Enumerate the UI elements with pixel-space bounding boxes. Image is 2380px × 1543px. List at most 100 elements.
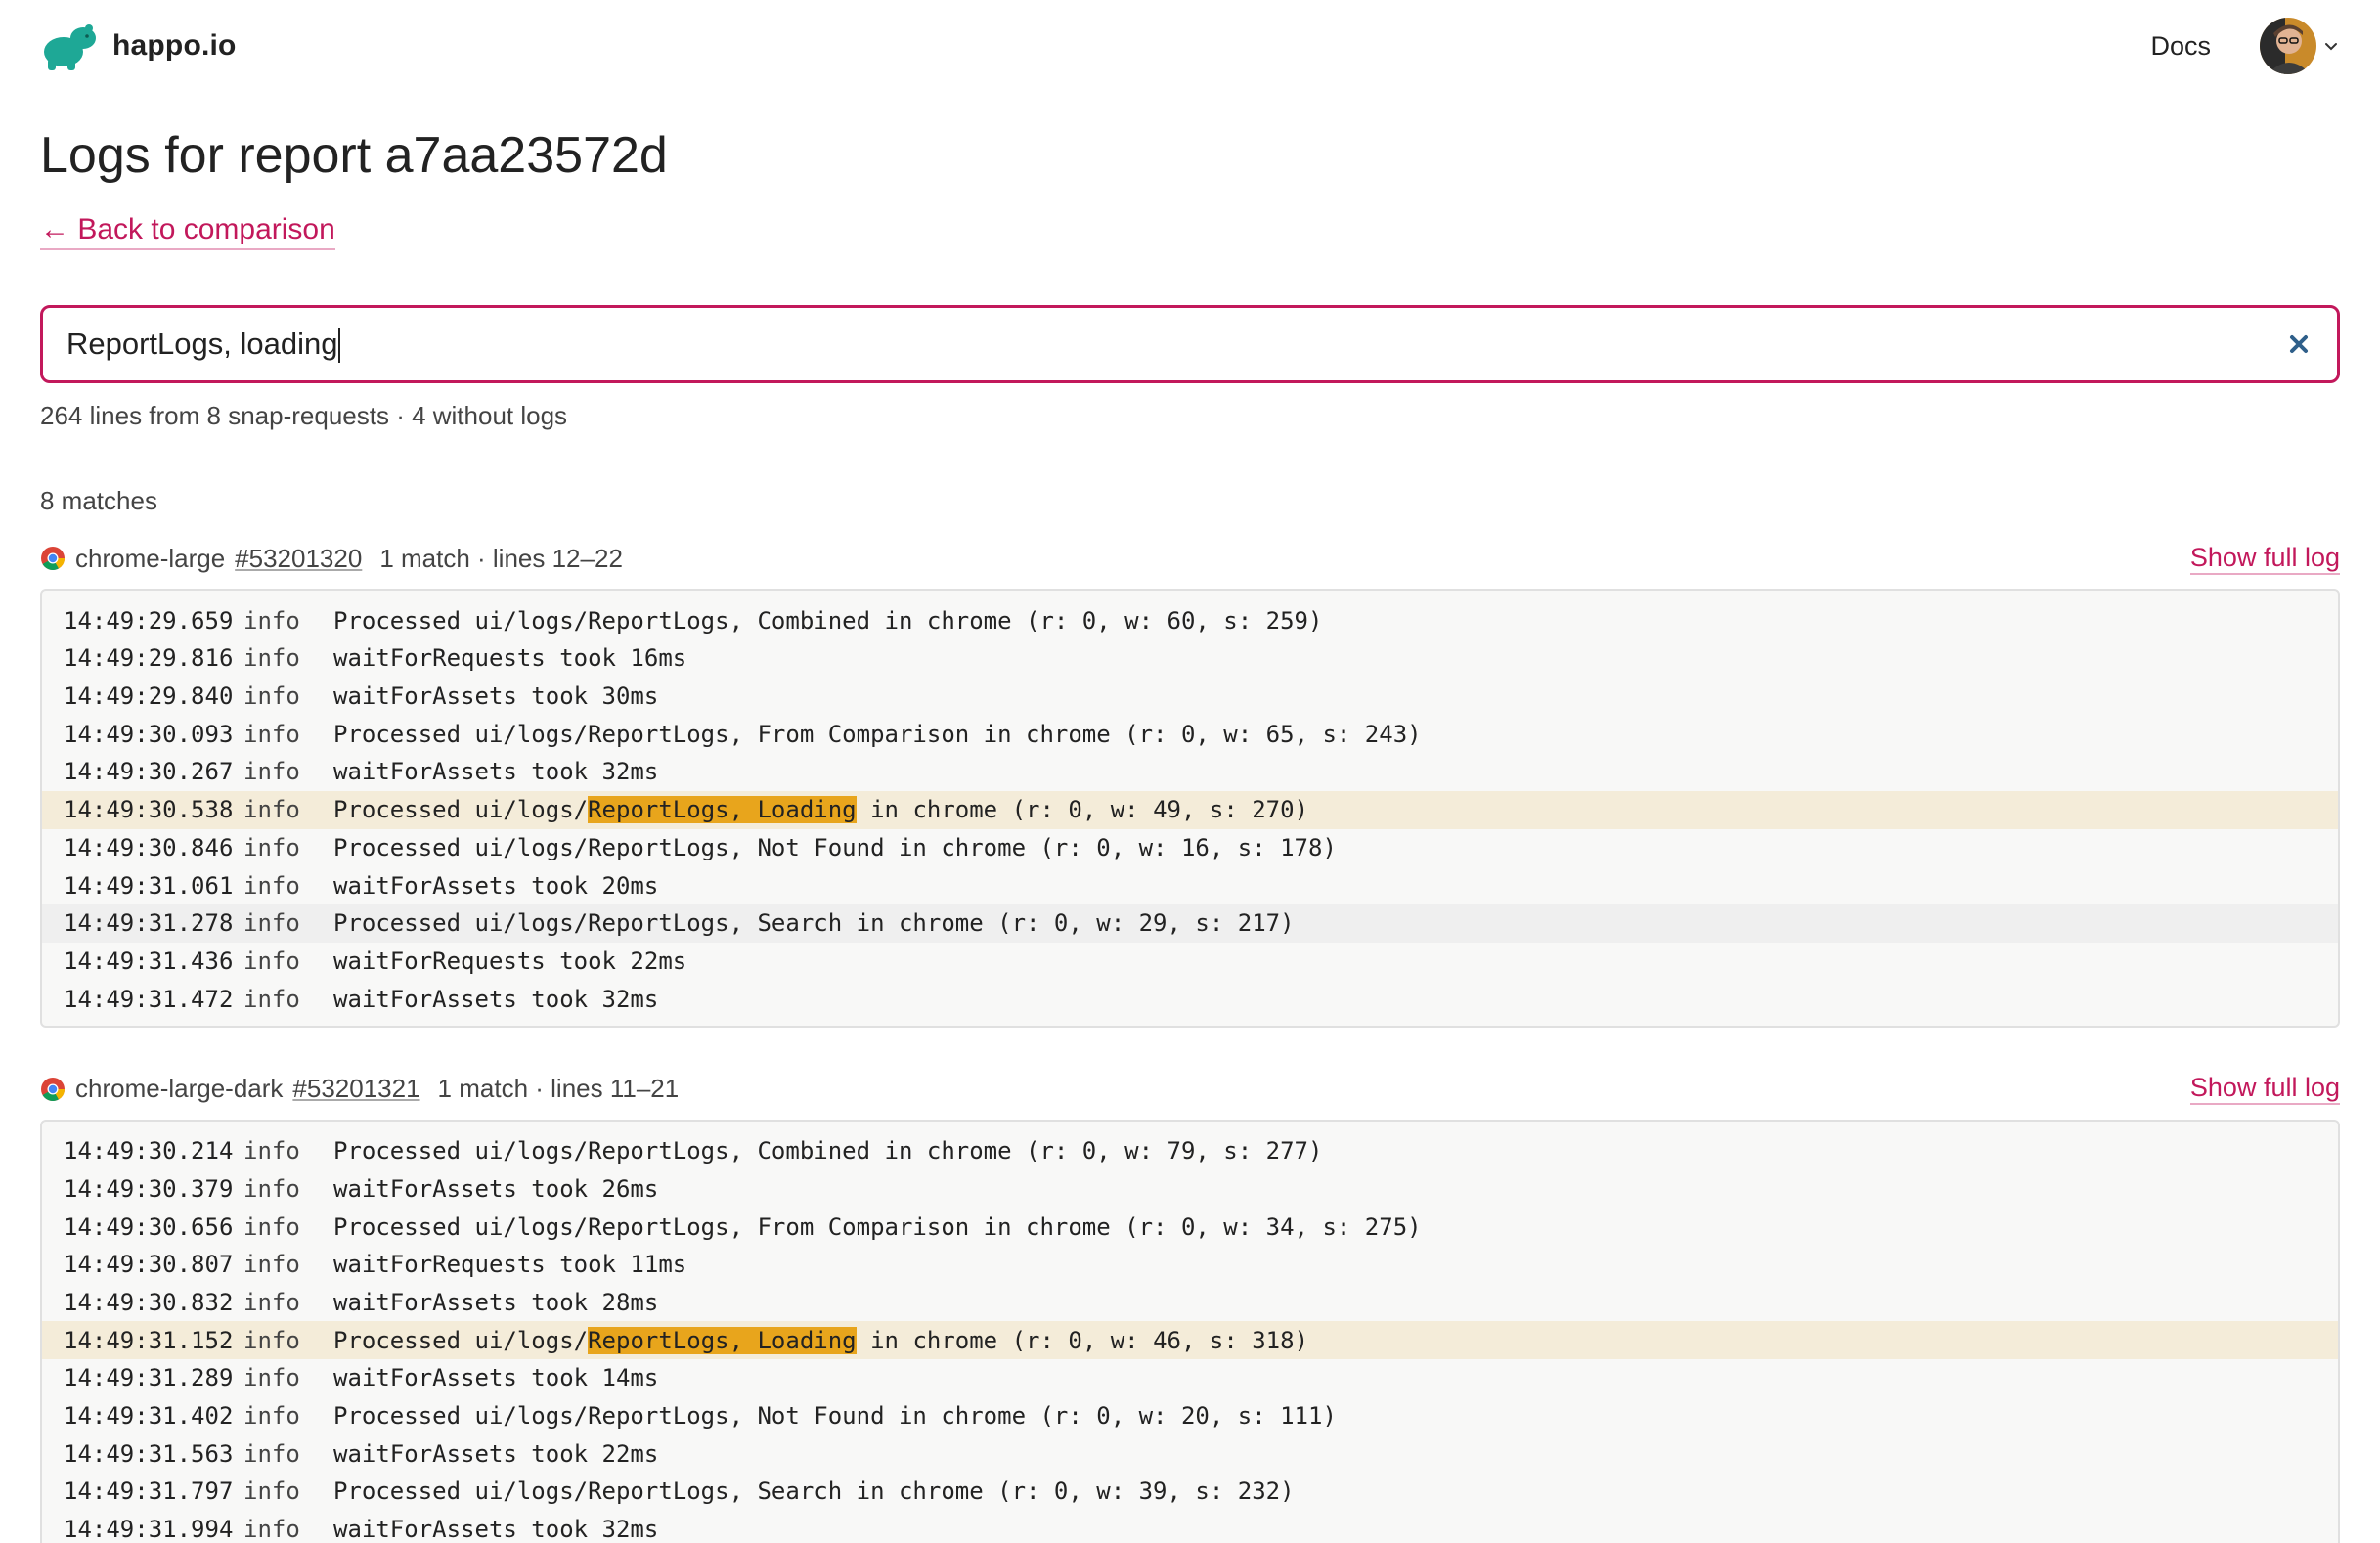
log-message: waitForAssets took 32ms bbox=[333, 758, 659, 786]
log-timestamp: 14:49:29.840 bbox=[64, 683, 234, 711]
log-message: waitForAssets took 32ms bbox=[333, 985, 659, 1013]
log-message: waitForAssets took 26ms bbox=[333, 1174, 659, 1203]
log-line: 14:49:31.472 info waitForAssets took 32ms bbox=[42, 980, 2338, 1018]
log-line: 14:49:30.832 info waitForAssets took 28ms bbox=[42, 1284, 2338, 1322]
log-group-title: chrome-large-dark #53201321 1 match · li… bbox=[40, 1074, 679, 1104]
matches-count: 8 matches bbox=[40, 486, 157, 516]
log-line: 14:49:31.436 info waitForRequests took 22m… bbox=[42, 943, 2338, 981]
log-search-input[interactable] bbox=[43, 308, 2337, 381]
log-message: Processed ui/logs/ReportLogs, Search in … bbox=[333, 1477, 1295, 1506]
log-timestamp: 14:49:30.832 bbox=[64, 1289, 234, 1317]
log-message: waitForAssets took 14ms bbox=[333, 1364, 659, 1392]
log-line: 14:49:30.807 info waitForRequests took 11m… bbox=[42, 1246, 2338, 1284]
show-full-log-link[interactable]: Show full log bbox=[2189, 1073, 2340, 1106]
log-line: 14:49:29.659 info Processed ui/logs/Report… bbox=[42, 601, 2338, 639]
log-message: waitForAssets took 28ms bbox=[333, 1289, 659, 1317]
log-level: info bbox=[243, 1137, 300, 1166]
log-message: Processed ui/logs/ReportLogs, From Compa… bbox=[333, 1212, 1422, 1241]
snap-request-link[interactable]: #53201320 bbox=[235, 544, 362, 574]
log-level: info bbox=[243, 606, 300, 635]
back-to-comparison-link[interactable]: ← Back to comparison bbox=[40, 213, 335, 251]
log-group: chrome-large #53201320 1 match · lines 1… bbox=[40, 542, 2340, 1028]
target-name: chrome-large-dark bbox=[75, 1074, 284, 1104]
log-level: info bbox=[243, 758, 300, 786]
log-timestamp: 14:49:30.656 bbox=[64, 1212, 234, 1241]
log-line: 14:49:31.289 info waitForAssets took 14ms bbox=[42, 1359, 2338, 1397]
log-level: info bbox=[243, 1364, 300, 1392]
log-group-title: chrome-large #53201320 1 match · lines 1… bbox=[40, 544, 623, 574]
log-timestamp: 14:49:31.061 bbox=[64, 871, 234, 900]
log-line: 14:49:31.278 info Processed ui/logs/Report… bbox=[42, 904, 2338, 943]
page-title: Logs for report a7aa23572d bbox=[40, 127, 668, 184]
brand-home-link[interactable]: happo.io bbox=[40, 22, 237, 70]
log-summary: 264 lines from 8 snap-requests · 4 witho… bbox=[40, 401, 568, 431]
log-search-box bbox=[40, 305, 2340, 384]
log-line: 14:49:29.816 info waitForRequests took 16m… bbox=[42, 639, 2338, 678]
log-timestamp: 14:49:30.807 bbox=[64, 1251, 234, 1279]
log-timestamp: 14:49:31.289 bbox=[64, 1364, 234, 1392]
log-level: info bbox=[243, 909, 300, 938]
log-line: 14:49:30.093 info Processed ui/logs/Report… bbox=[42, 715, 2338, 753]
log-timestamp: 14:49:30.538 bbox=[64, 796, 234, 824]
hippo-logo-icon bbox=[44, 24, 96, 70]
top-bar: happo.io Docs bbox=[40, 0, 2340, 92]
chevron-down-icon bbox=[2325, 43, 2337, 51]
match-highlight: ReportLogs, Loading bbox=[588, 796, 857, 824]
log-message: waitForAssets took 20ms bbox=[333, 871, 659, 900]
log-timestamp: 14:49:31.278 bbox=[64, 909, 234, 938]
log-level: info bbox=[243, 1289, 300, 1317]
log-message-prefix: Processed ui/logs/ bbox=[333, 796, 589, 824]
log-line-match: 14:49:30.538 info Processed ui/logs/Report… bbox=[42, 790, 2338, 829]
log-timestamp: 14:49:29.659 bbox=[64, 606, 234, 635]
log-line: 14:49:31.061 info waitForAssets took 20ms bbox=[42, 866, 2338, 904]
log-message-suffix: in chrome (r: 0, w: 46, s: 318) bbox=[856, 1326, 1309, 1354]
log-message: waitForRequests took 22ms bbox=[333, 947, 687, 975]
log-level: info bbox=[243, 947, 300, 975]
log-line: 14:49:31.402 info Processed ui/logs/Report… bbox=[42, 1397, 2338, 1435]
log-message-suffix: in chrome (r: 0, w: 49, s: 270) bbox=[856, 796, 1309, 824]
log-timestamp: 14:49:31.797 bbox=[64, 1477, 234, 1506]
log-level: info bbox=[243, 796, 300, 824]
log-level: info bbox=[243, 1174, 300, 1203]
log-level: info bbox=[243, 1402, 300, 1431]
brand-name: happo.io bbox=[112, 29, 237, 62]
docs-link[interactable]: Docs bbox=[2150, 31, 2211, 62]
log-line: 14:49:30.846 info Processed ui/logs/Report… bbox=[42, 829, 2338, 867]
log-line: 14:49:31.797 info Processed ui/logs/Report… bbox=[42, 1473, 2338, 1511]
log-group-header: chrome-large #53201320 1 match · lines 1… bbox=[40, 542, 2340, 575]
log-line: 14:49:30.267 info waitForAssets took 32ms bbox=[42, 753, 2338, 791]
log-timestamp: 14:49:31.994 bbox=[64, 1516, 234, 1543]
log-timestamp: 14:49:31.472 bbox=[64, 985, 234, 1013]
page: happo.io Docs Logs for report a7aa23572d… bbox=[0, 0, 2380, 1543]
match-highlight: ReportLogs, Loading bbox=[588, 1326, 857, 1354]
log-message: Processed ui/logs/ReportLogs, Combined i… bbox=[333, 1137, 1323, 1166]
log-timestamp: 14:49:30.379 bbox=[64, 1174, 234, 1203]
match-meta: 1 match · lines 12–22 bbox=[379, 543, 623, 573]
text-caret bbox=[338, 328, 340, 364]
log-level: info bbox=[243, 1251, 300, 1279]
snap-request-link[interactable]: #53201321 bbox=[292, 1074, 419, 1104]
log-message: waitForAssets took 32ms bbox=[333, 1516, 659, 1543]
log-line: 14:49:30.656 info Processed ui/logs/Report… bbox=[42, 1208, 2338, 1246]
log-line: 14:49:31.994 info waitForAssets took 32ms bbox=[42, 1511, 2338, 1543]
log-level: info bbox=[243, 1439, 300, 1468]
user-menu[interactable] bbox=[2260, 18, 2340, 74]
log-level: info bbox=[243, 1212, 300, 1241]
log-level: info bbox=[243, 871, 300, 900]
log-message: waitForRequests took 11ms bbox=[333, 1251, 687, 1279]
log-lines: 14:49:30.214 info Processed ui/logs/Report… bbox=[40, 1119, 2340, 1543]
match-meta: 1 match · lines 11–21 bbox=[437, 1074, 680, 1104]
log-timestamp: 14:49:30.846 bbox=[64, 833, 234, 861]
log-level: info bbox=[243, 833, 300, 861]
log-group: chrome-large-dark #53201321 1 match · li… bbox=[40, 1073, 2340, 1543]
show-full-log-link[interactable]: Show full log bbox=[2189, 543, 2340, 575]
log-level: info bbox=[243, 644, 300, 673]
log-level: info bbox=[243, 1516, 300, 1543]
clear-search-button[interactable] bbox=[2282, 328, 2315, 361]
log-timestamp: 14:49:31.563 bbox=[64, 1439, 234, 1468]
log-level: info bbox=[243, 1477, 300, 1506]
log-message-prefix: Processed ui/logs/ bbox=[333, 1326, 589, 1354]
log-line: 14:49:30.379 info waitForAssets took 26ms bbox=[42, 1170, 2338, 1209]
log-timestamp: 14:49:31.402 bbox=[64, 1402, 234, 1431]
log-message: Processed ui/logs/ReportLogs, Search in … bbox=[333, 909, 1295, 938]
